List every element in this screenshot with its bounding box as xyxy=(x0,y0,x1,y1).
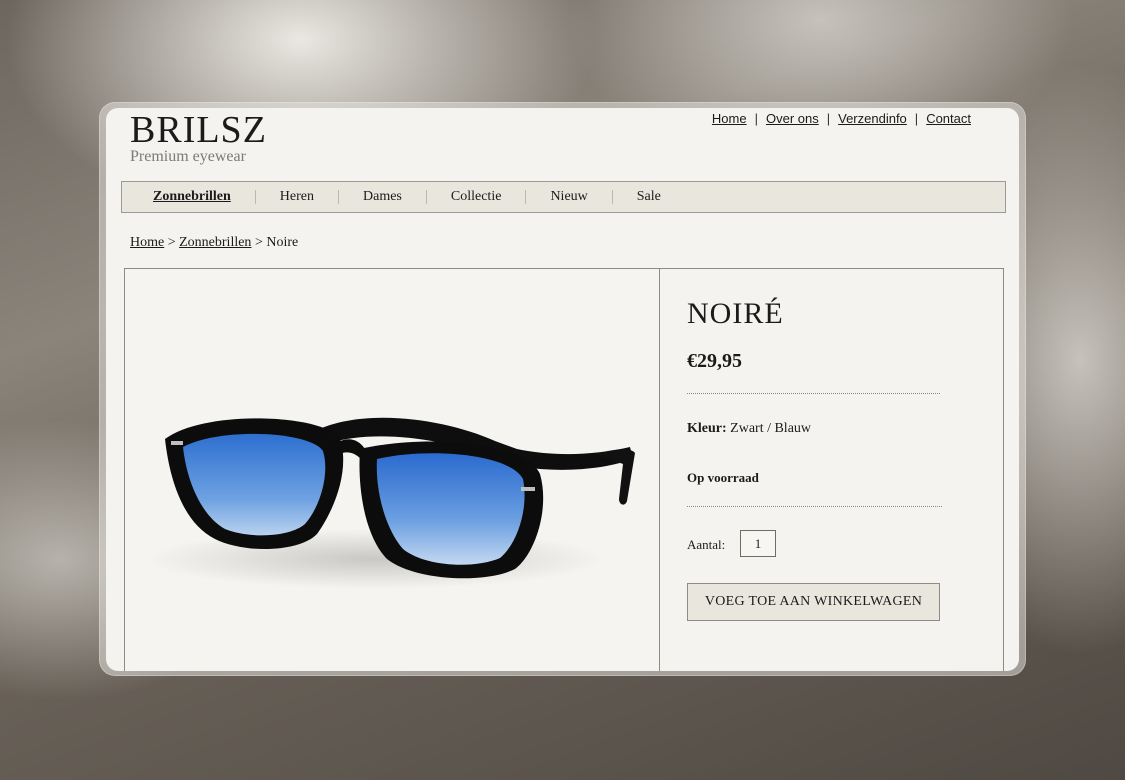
category-sale[interactable]: Sale xyxy=(613,189,685,205)
add-to-cart-button[interactable]: VOEG TOE AAN WINKELWAGEN xyxy=(687,583,940,621)
breadcrumb-separator: > xyxy=(167,235,176,250)
color-value: Zwart / Blauw xyxy=(730,421,812,436)
breadcrumb-category-link[interactable]: Zonnebrillen xyxy=(179,235,251,250)
dotted-divider xyxy=(687,393,940,394)
category-new[interactable]: Nieuw xyxy=(526,189,611,205)
product-title: NOIRÉ xyxy=(687,297,784,330)
quantity-label: Aantal: xyxy=(687,537,726,552)
category-women[interactable]: Dames xyxy=(339,189,426,205)
breadcrumb-home-link[interactable]: Home xyxy=(130,235,164,250)
top-navigation: Home | Over ons | Verzendinfo | Contact xyxy=(711,111,971,126)
product-color: Kleur: Zwart / Blauw xyxy=(687,421,811,437)
category-collection[interactable]: Collectie xyxy=(427,189,526,205)
category-men[interactable]: Heren xyxy=(256,189,338,205)
product-info: NOIRÉ €29,95 Kleur: Zwart / Blauw Op voo… xyxy=(660,269,1003,671)
site-logo[interactable]: BRILSZ xyxy=(130,108,267,152)
topnav-about-link[interactable]: Over ons xyxy=(766,111,819,126)
topnav-home-link[interactable]: Home xyxy=(712,111,747,126)
product-image-pane xyxy=(125,269,660,671)
breadcrumb-current: Noire xyxy=(266,235,299,250)
topnav-shipping-link[interactable]: Verzendinfo xyxy=(838,111,907,126)
webpage: BRILSZ Premium eyewear Home | Over ons | Ver… xyxy=(106,108,1019,671)
quantity-input[interactable] xyxy=(740,530,776,557)
breadcrumb-separator: > xyxy=(254,235,263,250)
breadcrumb: Home > Zonnebrillen > Noire xyxy=(130,235,298,251)
category-navigation: Zonnebrillen Heren Dames Collectie Nieuw… xyxy=(121,181,1006,213)
product-price: €29,95 xyxy=(687,350,742,372)
color-label: Kleur: xyxy=(687,421,727,436)
stock-status: Op voorraad xyxy=(687,470,759,485)
topnav-contact-link[interactable]: Contact xyxy=(926,111,971,126)
site-tagline: Premium eyewear xyxy=(130,148,246,165)
category-sunglasses[interactable]: Zonnebrillen xyxy=(122,189,255,205)
sunglasses-icon xyxy=(145,417,635,589)
product-panel: NOIRÉ €29,95 Kleur: Zwart / Blauw Op voo… xyxy=(124,268,1004,671)
dotted-divider xyxy=(687,506,942,507)
